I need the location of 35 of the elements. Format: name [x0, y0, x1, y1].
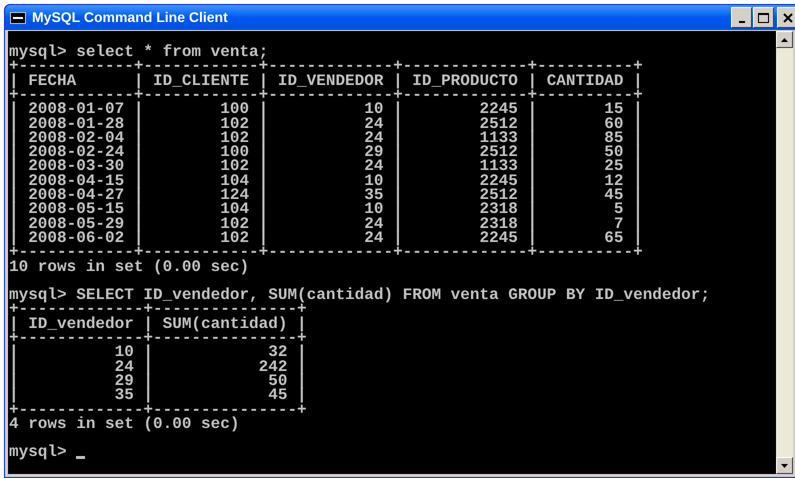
console-line: +-------------+---------------+	[9, 331, 307, 346]
console-line: | ID_vendedor | SUM(cantidad) |	[9, 316, 307, 332]
window-title: MySQL Command Line Client	[32, 8, 228, 28]
scroll-down-button[interactable]	[776, 457, 793, 474]
console-line: | 35 | 45 |	[9, 388, 307, 403]
console-icon	[10, 12, 26, 24]
console-line: | 10 | 32 |	[9, 345, 307, 360]
scrollbar[interactable]	[776, 31, 793, 474]
close-icon	[782, 12, 792, 23]
console-line: mysql> select * from venta;	[9, 45, 268, 60]
console-line: | 2008-03-30 | 102 | 24 | 1133 | 25 |	[9, 159, 643, 174]
console-line: | 2008-04-15 | 104 | 10 | 2245 | 12 |	[9, 174, 643, 188]
console-line: | 2008-01-28 | 102 | 24 | 2512 | 60 |	[9, 116, 643, 131]
console-line: mysql> SELECT ID_vendedor, SUM(cantidad) FROM venta GROUP BY ID_vendedor;	[9, 288, 710, 302]
up-arrow-icon	[781, 38, 788, 42]
console-line: +------------+------------+-------------+-------------+----------+	[9, 245, 643, 260]
minimize-button[interactable]	[731, 7, 752, 28]
console-line: +-------------+---------------+	[9, 402, 307, 417]
console-line: 4 rows in set (0.00 sec)	[9, 416, 240, 432]
console-line: +------------+------------+-------------+-------------+----------+	[9, 59, 643, 74]
close-button[interactable]	[777, 7, 795, 28]
console-line: | 2008-06-02 | 102 | 24 | 2245 | 65 |	[9, 230, 643, 246]
text-cursor	[76, 456, 86, 459]
console-line: | 2008-01-07 | 100 | 10 | 2245 | 15 |	[9, 102, 643, 117]
console-line: mysql>	[9, 445, 68, 460]
console-line: 10 rows in set (0.00 sec)	[9, 260, 250, 274]
scroll-up-button[interactable]	[776, 31, 793, 48]
down-arrow-icon	[781, 464, 788, 468]
console-line: | FECHA | ID_CLIENTE | ID_VENDEDOR | ID_PRODUCTO | CANTIDAD |	[9, 74, 643, 88]
maximize-button[interactable]	[753, 7, 774, 28]
console-line: | 24 | 242 |	[9, 360, 307, 374]
console-line: +-------------+---------------+	[9, 302, 307, 317]
console-line: | 2008-05-15 | 104 | 10 | 2318 | 5 |	[9, 202, 643, 217]
console-line: | 2008-05-29 | 102 | 24 | 2318 | 7 |	[9, 216, 643, 231]
console-line: +------------+------------+-------------+-------------+----------+	[9, 88, 643, 102]
